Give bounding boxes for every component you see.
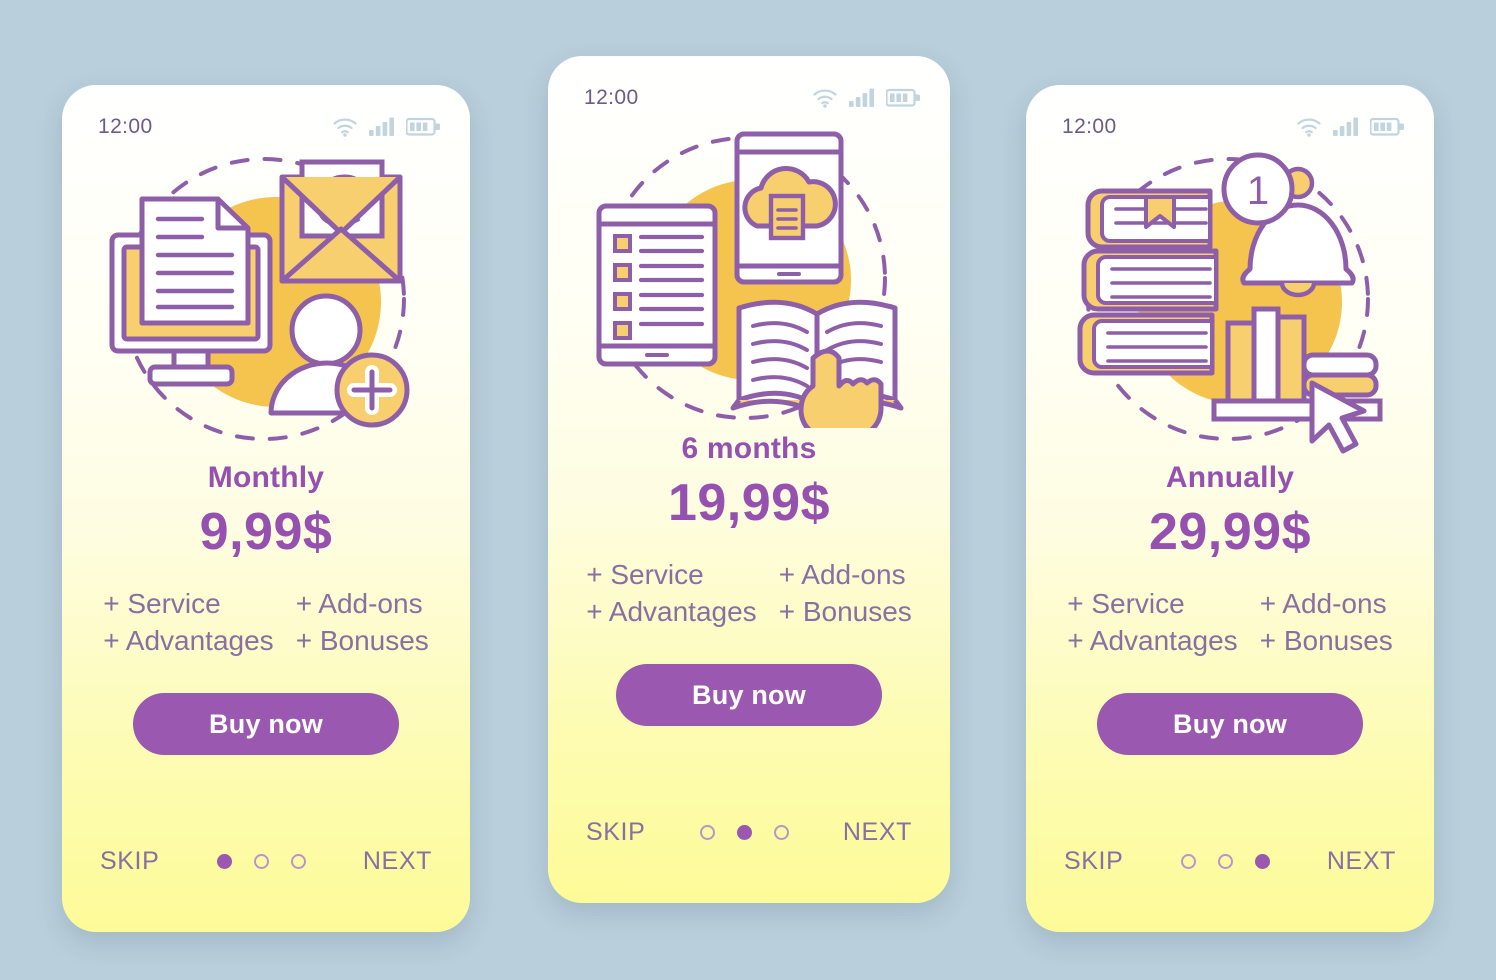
features-list: + Service + Add-ons + Advantages + Bonus…: [103, 586, 429, 660]
illustration-monthly: @: [62, 141, 470, 457]
buy-now-button[interactable]: Buy now: [133, 693, 399, 756]
battery-icon: [1370, 117, 1404, 136]
pagination-dots: [216, 854, 306, 869]
feature-item: + Service: [586, 558, 704, 590]
document-icon: [139, 196, 251, 326]
buy-now-button[interactable]: Buy now: [616, 664, 882, 727]
pagination-dot-1[interactable]: [216, 854, 232, 869]
features-list: + Service + Add-ons + Advantages + Bonus…: [1067, 586, 1393, 660]
buy-button-wrap: Buy now: [62, 693, 470, 756]
buy-now-button[interactable]: Buy now: [1097, 693, 1363, 756]
next-link[interactable]: NEXT: [1327, 847, 1396, 876]
battery-icon: [886, 88, 920, 107]
pagination-dot-1[interactable]: [1180, 854, 1196, 869]
shelf-books-icon: [1211, 306, 1383, 422]
plan-title: 6 months: [681, 432, 817, 465]
book-stack-icon: [1077, 188, 1219, 376]
feature-item: + Add-ons: [1259, 587, 1387, 619]
pagination-dots: [1180, 854, 1270, 869]
skip-link[interactable]: SKIP: [586, 818, 645, 847]
bottom-navigation: SKIP NEXT: [548, 818, 950, 847]
buy-button-wrap: Buy now: [548, 664, 950, 727]
pagination-dot-1[interactable]: [699, 825, 715, 840]
status-bar: 12:00: [62, 85, 470, 141]
phone-screen-annually: 12:00 1 Annually 29,99$ + Service + Add-…: [1026, 85, 1434, 932]
onboarding-screens-stage: 12:00 Monthly 9,99$ + Service + Add-ons …: [0, 0, 1496, 980]
wifi-icon: [1297, 118, 1321, 137]
feature-item: + Bonuses: [778, 596, 912, 628]
status-clock: 12:00: [1062, 114, 1117, 138]
wifi-icon: [333, 118, 357, 137]
envelope-at-icon: @: [279, 159, 403, 284]
wifi-icon: [813, 89, 837, 108]
bottom-navigation: SKIP NEXT: [1026, 847, 1434, 876]
tablet-checklist-icon: [596, 203, 718, 367]
feature-item: + Advantages: [103, 625, 274, 657]
feature-item: + Advantages: [586, 596, 757, 628]
buy-button-wrap: Buy now: [1026, 693, 1434, 756]
plan-title: Annually: [1165, 461, 1295, 494]
pagination-dot-3[interactable]: [1254, 854, 1270, 869]
open-book-hand-icon: [730, 299, 904, 428]
bottom-navigation: SKIP NEXT: [62, 847, 470, 876]
plan-price: 19,99$: [667, 474, 831, 532]
plan-price: 29,99$: [1148, 503, 1312, 561]
feature-item: + Advantages: [1067, 625, 1238, 657]
pagination-dot-3[interactable]: [773, 825, 789, 840]
feature-item: + Add-ons: [778, 558, 906, 590]
pagination-dot-2[interactable]: [736, 825, 752, 840]
status-icons: [332, 117, 440, 137]
battery-icon: [406, 117, 440, 136]
signal-bars-icon: [369, 117, 394, 136]
feature-item: + Bonuses: [295, 625, 429, 657]
phone-screen-monthly: 12:00 Monthly 9,99$ + Service + Add-ons …: [62, 85, 470, 932]
feature-item: + Service: [1067, 587, 1185, 619]
phone-cloud-document-icon: [734, 131, 844, 285]
skip-link[interactable]: SKIP: [100, 847, 159, 876]
features-list: + Service + Add-ons + Advantages + Bonus…: [586, 557, 912, 631]
status-bar: 12:00: [548, 56, 950, 112]
illustration-annually: 1: [1026, 141, 1434, 457]
plan-price: 9,99$: [199, 503, 333, 561]
feature-item: + Service: [103, 587, 221, 619]
pagination-dots: [699, 825, 789, 840]
badge-count: 1: [1247, 169, 1269, 213]
status-icons: [1296, 117, 1404, 137]
signal-bars-icon: [849, 88, 874, 107]
next-link[interactable]: NEXT: [363, 847, 432, 876]
next-link[interactable]: NEXT: [843, 818, 912, 847]
pagination-dot-2[interactable]: [253, 854, 269, 869]
status-bar: 12:00: [1026, 85, 1434, 141]
phone-screen-six-months: 12:00 6 months 19,99$ + Service + Add-on…: [548, 56, 950, 903]
signal-bars-icon: [1333, 117, 1358, 136]
illustration-six-months: [548, 112, 950, 428]
skip-link[interactable]: SKIP: [1064, 847, 1123, 876]
pagination-dot-2[interactable]: [1217, 854, 1233, 869]
feature-item: + Bonuses: [1259, 625, 1393, 657]
pagination-dot-3[interactable]: [290, 854, 306, 869]
plan-title: Monthly: [207, 461, 325, 494]
status-icons: [812, 88, 920, 108]
feature-item: + Add-ons: [295, 587, 423, 619]
status-clock: 12:00: [98, 114, 153, 138]
status-clock: 12:00: [584, 85, 639, 109]
